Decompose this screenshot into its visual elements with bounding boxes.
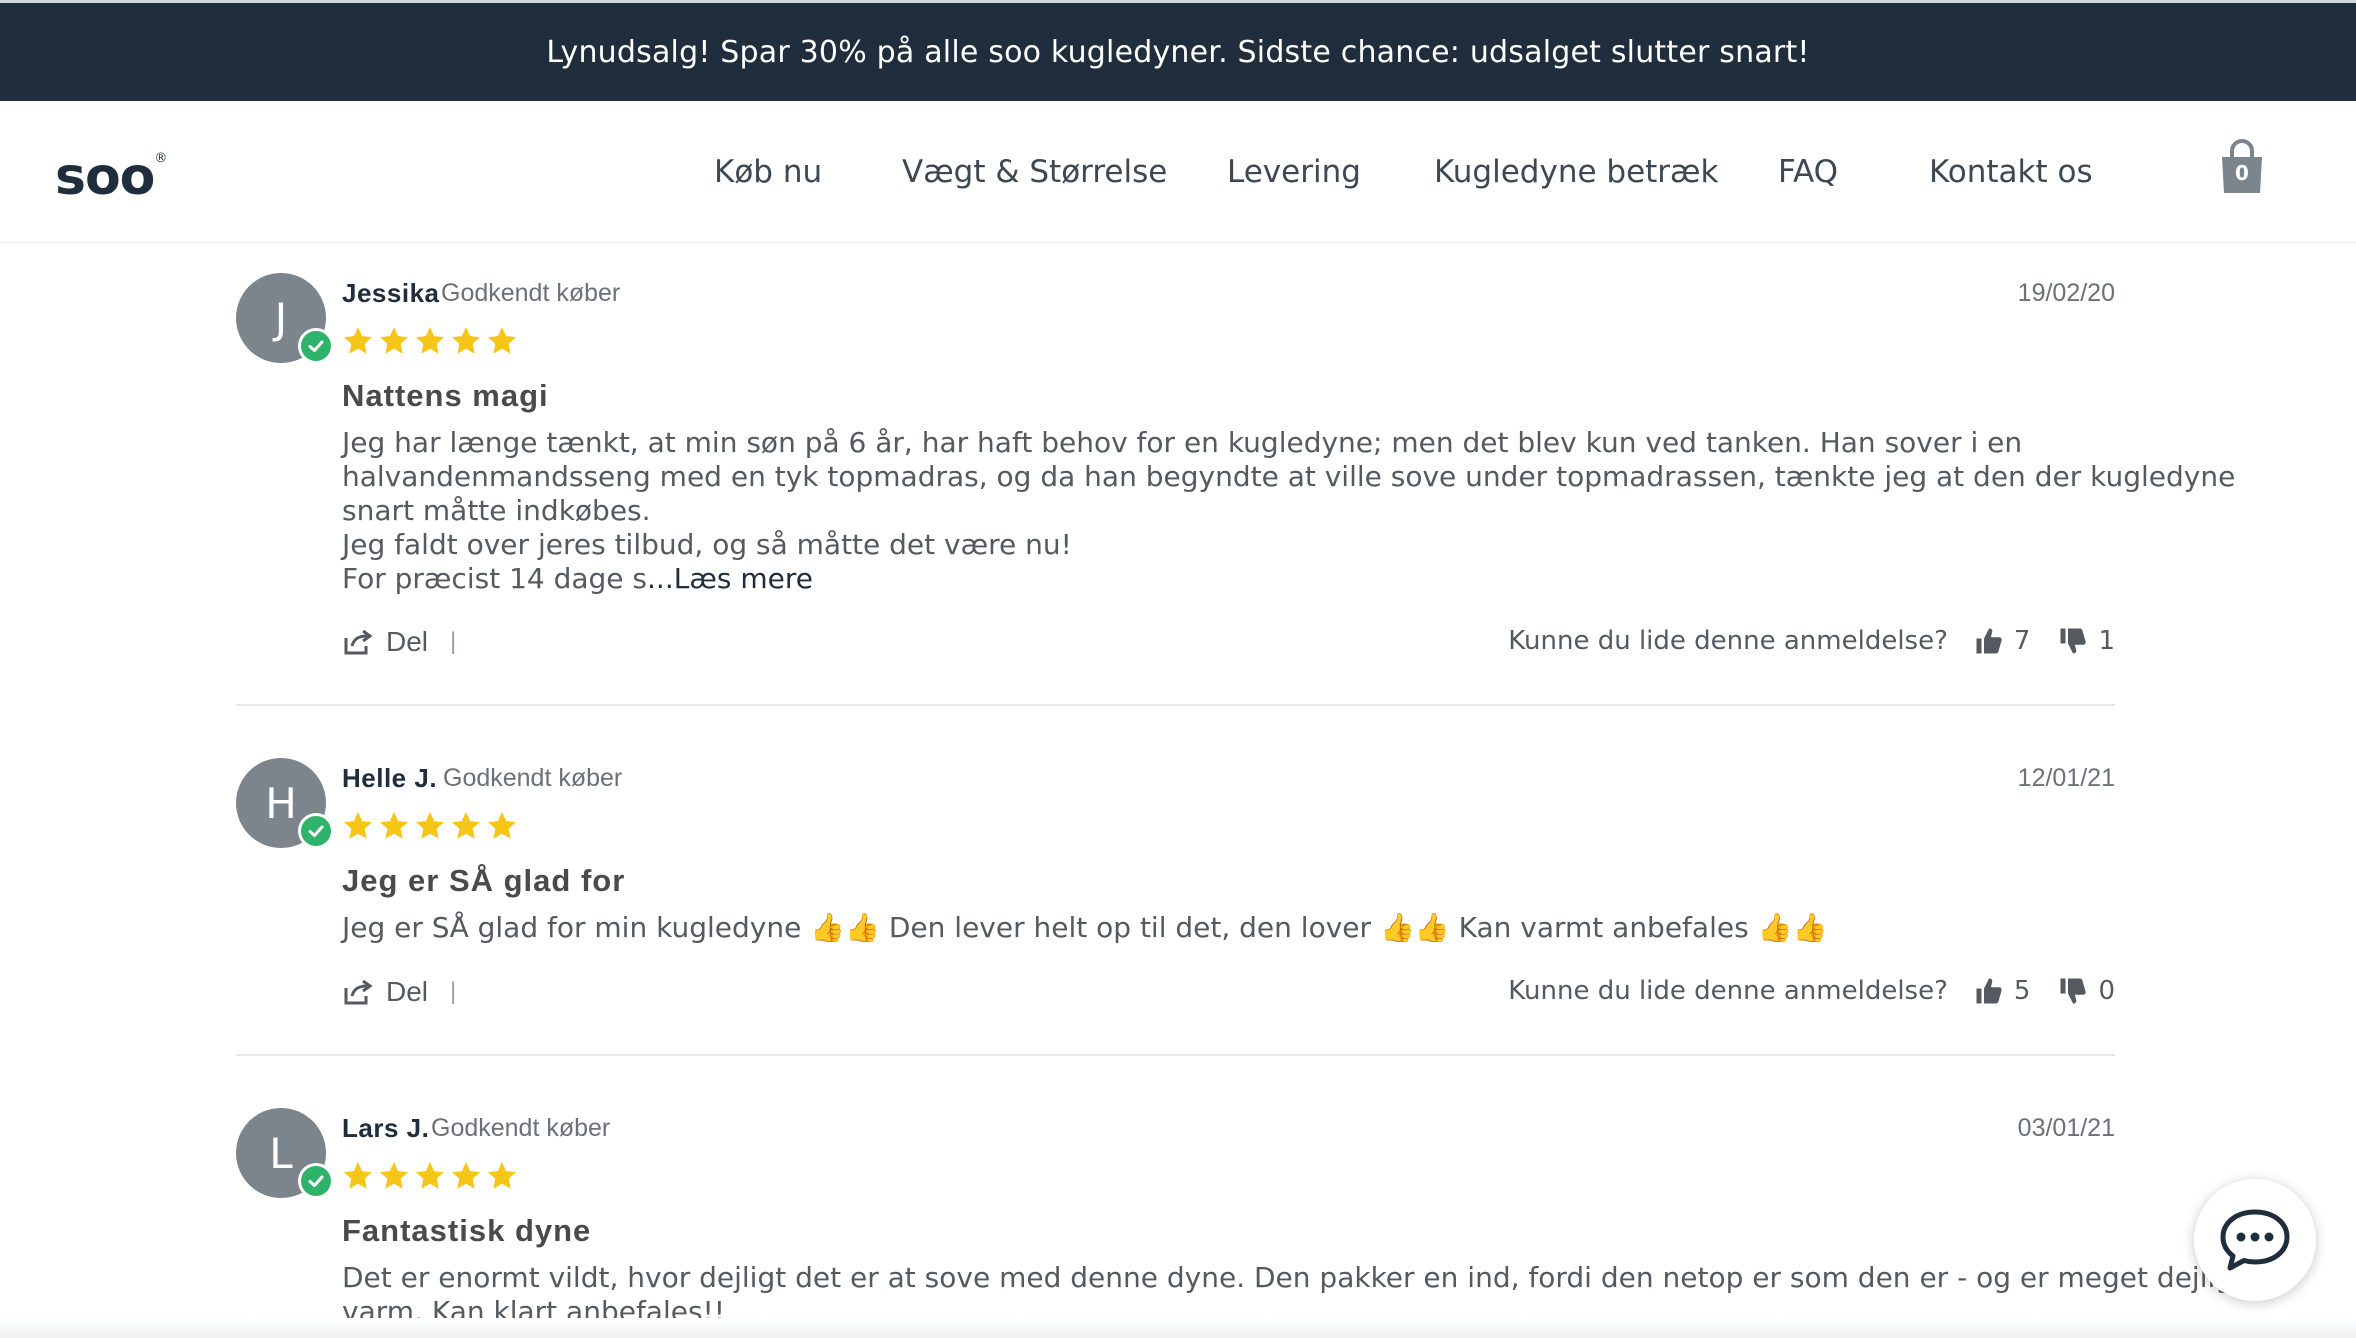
star-icon — [488, 1162, 516, 1189]
promo-text: Lynudsalg! Spar 30% på alle soo kugledyn… — [546, 34, 1810, 70]
star-icon — [380, 327, 408, 354]
downvote-button[interactable]: 0 — [2058, 976, 2115, 1006]
star-rating — [342, 325, 518, 357]
review-body: Jeg har længe tænkt, at min søn på 6 år,… — [342, 426, 2236, 596]
share-icon — [344, 629, 373, 655]
share-icon — [344, 979, 373, 1005]
downvote-button[interactable]: 1 — [2058, 626, 2115, 656]
share-button[interactable]: Del | — [342, 976, 456, 1008]
review-date: 12/01/21 — [2017, 764, 2115, 792]
review-title: Jeg er SÅ glad for — [342, 863, 626, 898]
upvote-count: 5 — [2013, 976, 2031, 1006]
downvote-count: 0 — [2098, 976, 2115, 1006]
star-icon — [416, 1162, 444, 1189]
avatar-initial: L — [269, 1128, 293, 1178]
verified-buyer-label: Godkendt køber — [431, 1114, 611, 1142]
avatar-initial: H — [265, 778, 297, 828]
logo[interactable]: soo ® — [55, 147, 167, 207]
review-line: Det er enormt vildt, hvor dejligt det er… — [342, 1261, 2234, 1294]
separator: | — [450, 978, 457, 1005]
registered-mark: ® — [154, 151, 167, 166]
upvote-count: 7 — [2013, 626, 2031, 656]
thumbs-up-emoji: 👍👍 — [1757, 911, 1828, 944]
cart-count: 0 — [2235, 161, 2249, 185]
star-icon — [452, 812, 480, 839]
review-line: snart måtte indkøbes. — [342, 494, 651, 527]
share-label: Del — [386, 626, 429, 657]
review-text: Jeg er SÅ glad for min kugledyne — [342, 911, 802, 944]
check-icon — [308, 340, 324, 352]
thumbs-down-icon — [2060, 978, 2087, 1004]
avatar-initial: J — [274, 293, 288, 343]
star-icon — [344, 327, 372, 354]
star-icon — [416, 812, 444, 839]
helpful-question: Kunne du lide denne anmeldelse? — [1508, 976, 1948, 1006]
nav-item-kob-nu[interactable]: Køb nu — [714, 154, 822, 190]
star-icon — [416, 327, 444, 354]
review-text: Kan varmt anbefales — [1458, 911, 1749, 944]
cart-button[interactable]: 0 — [2218, 139, 2266, 195]
site-header: soo ® Køb nu Vægt & Størrelse Levering Ku… — [0, 101, 2356, 243]
check-icon — [308, 1175, 324, 1187]
chat-bubble-icon — [2220, 1209, 2290, 1271]
review-date: 03/01/21 — [2017, 1114, 2115, 1142]
star-icon — [344, 1162, 372, 1189]
review-divider — [236, 704, 2115, 706]
star-rating — [342, 1160, 518, 1192]
upvote-button[interactable]: 7 — [1974, 626, 2031, 656]
read-more-link[interactable]: ...Læs mere — [647, 562, 813, 595]
upvote-button[interactable]: 5 — [1974, 976, 2031, 1006]
verified-buyer-label: Godkendt køber — [443, 764, 623, 792]
share-label: Del — [386, 976, 429, 1007]
thumbs-up-emoji: 👍👍 — [810, 911, 880, 944]
review-text: Den lever helt op til det, den lover — [888, 911, 1372, 944]
thumbs-up-icon — [1976, 628, 2002, 654]
review-divider — [236, 1054, 2115, 1056]
verified-badge — [298, 328, 334, 364]
star-icon — [380, 812, 408, 839]
nav-item-levering[interactable]: Levering — [1227, 154, 1361, 190]
review-line: halvandenmandsseng med en tyk topmadras,… — [342, 460, 2236, 493]
star-icon — [452, 1162, 480, 1189]
star-icon — [380, 1162, 408, 1189]
promo-banner: Lynudsalg! Spar 30% på alle soo kugledyn… — [0, 0, 2356, 101]
check-icon — [308, 825, 324, 837]
review-title: Fantastisk dyne — [342, 1213, 592, 1248]
chat-widget-button[interactable] — [2194, 1179, 2316, 1301]
reviewer-name: Jessika — [342, 278, 440, 308]
nav-item-kugledyne-betraek[interactable]: Kugledyne betræk — [1434, 154, 1718, 190]
thumbs-up-icon — [1976, 978, 2002, 1004]
thumbs-up-emoji: 👍👍 — [1379, 911, 1450, 944]
review-body: Jeg er SÅ glad for min kugledyne 👍👍 Den … — [342, 911, 2112, 945]
helpful-vote: Kunne du lide denne anmeldelse? 5 0 — [1508, 976, 2115, 1006]
nav-item-faq[interactable]: FAQ — [1778, 154, 1838, 190]
helpful-question: Kunne du lide denne anmeldelse? — [1508, 626, 1948, 656]
reviewer-name: Lars J. — [342, 1113, 430, 1143]
nav-item-kontakt-os[interactable]: Kontakt os — [1929, 154, 2093, 190]
nav-item-vaegt-storrelse[interactable]: Vægt & Størrelse — [902, 154, 1167, 190]
star-icon — [488, 327, 516, 354]
star-icon — [344, 812, 372, 839]
review-line: Jeg har længe tænkt, at min søn på 6 år,… — [342, 426, 2023, 459]
review-date: 19/02/20 — [2017, 279, 2115, 307]
verified-buyer-label: Godkendt køber — [441, 279, 621, 307]
separator: | — [450, 628, 457, 655]
review-title: Nattens magi — [342, 378, 549, 413]
bottom-fade — [0, 1318, 2356, 1338]
downvote-count: 1 — [2098, 626, 2115, 656]
star-rating — [342, 810, 518, 842]
review-line-truncated: For præcist 14 dage s...Læs mere — [342, 562, 2112, 596]
star-icon — [488, 812, 516, 839]
verified-badge — [298, 813, 334, 849]
star-icon — [452, 327, 480, 354]
logo-text: soo — [55, 147, 155, 207]
helpful-vote: Kunne du lide denne anmeldelse? 7 1 — [1508, 626, 2115, 656]
verified-badge — [298, 1163, 334, 1199]
review-line: Jeg faldt over jeres tilbud, og så måtte… — [342, 528, 1072, 561]
review-line: For præcist 14 dage s — [342, 562, 648, 595]
thumbs-down-icon — [2060, 628, 2087, 654]
reviewer-name: Helle J. — [342, 763, 438, 793]
share-button[interactable]: Del | — [342, 626, 456, 658]
